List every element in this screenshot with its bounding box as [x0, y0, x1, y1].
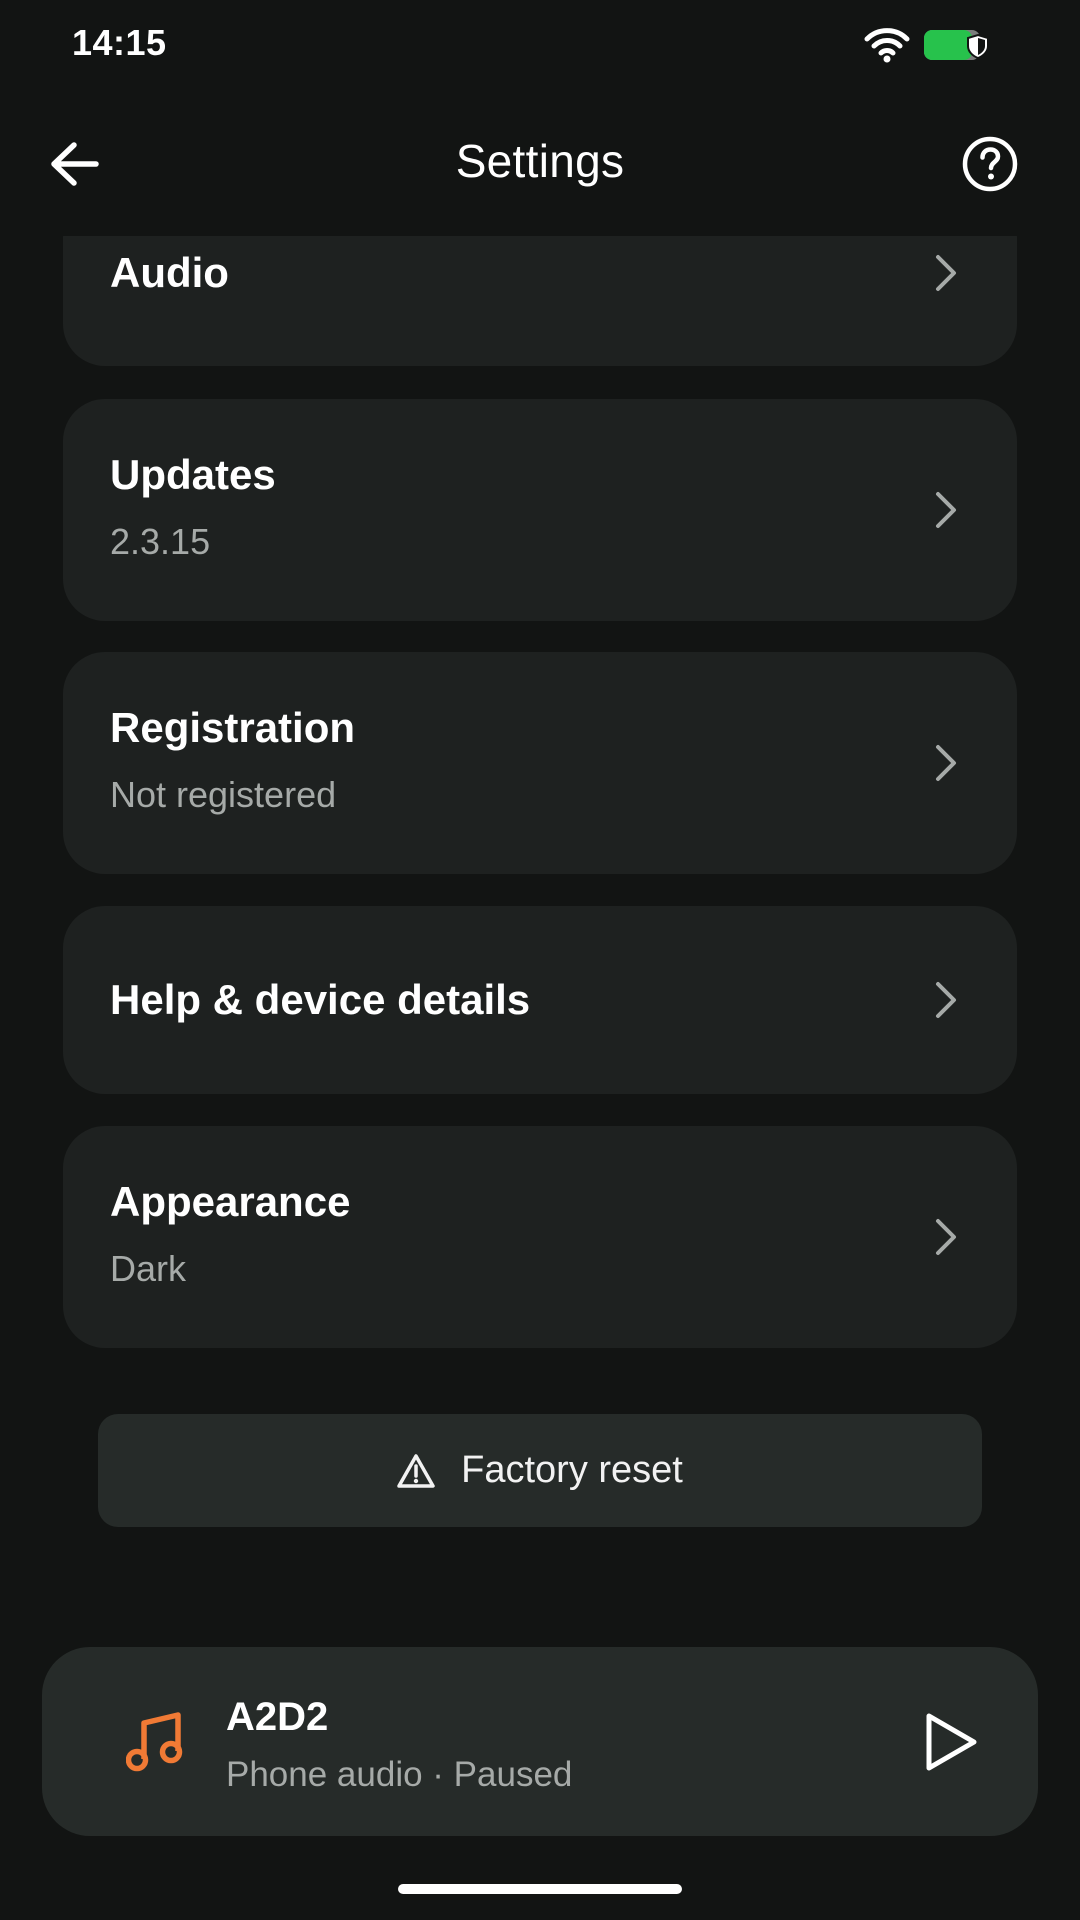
chevron-right-icon: [936, 1219, 956, 1255]
settings-item-value: Dark: [110, 1248, 187, 1289]
settings-item-label: Updates: [110, 451, 276, 498]
settings-item-audio[interactable]: Audio: [63, 236, 1017, 366]
settings-item-label: Appearance: [110, 1178, 351, 1225]
help-circle-icon[interactable]: [960, 134, 1020, 194]
play-icon[interactable]: [916, 1709, 982, 1775]
status-bar: 14:15: [0, 0, 1080, 90]
mini-player[interactable]: A2D2 Phone audio · Paused: [42, 1647, 1038, 1836]
status-time: 14:15: [72, 22, 167, 63]
page-title: Settings: [455, 135, 625, 187]
home-indicator[interactable]: [398, 1884, 682, 1894]
battery-icon: [924, 30, 989, 60]
factory-reset-button[interactable]: Factory reset: [98, 1414, 982, 1527]
player-subtitle: Phone audio · Paused: [226, 1755, 573, 1794]
settings-item-label: Registration: [110, 704, 356, 751]
chevron-right-icon: [936, 745, 956, 781]
settings-item-value: Not registered: [110, 774, 337, 815]
settings-item-registration[interactable]: Registration Not registered: [63, 652, 1017, 874]
factory-reset-label: Factory reset: [461, 1449, 683, 1491]
app-bar: Settings: [0, 112, 1080, 212]
warning-icon: [397, 1453, 435, 1488]
music-note-icon: [126, 1712, 183, 1772]
settings-item-label: Help & device details: [110, 976, 531, 1023]
player-title: A2D2: [226, 1695, 329, 1739]
chevron-right-icon: [936, 492, 956, 528]
settings-item-appearance[interactable]: Appearance Dark: [63, 1126, 1017, 1348]
settings-item-label: Audio: [110, 249, 229, 296]
chevron-right-icon: [936, 255, 956, 291]
chevron-right-icon: [936, 982, 956, 1018]
settings-item-help[interactable]: Help & device details: [63, 906, 1017, 1094]
settings-item-updates[interactable]: Updates 2.3.15: [63, 399, 1017, 621]
settings-item-value: 2.3.15: [110, 521, 211, 562]
wifi-icon: [864, 28, 910, 63]
